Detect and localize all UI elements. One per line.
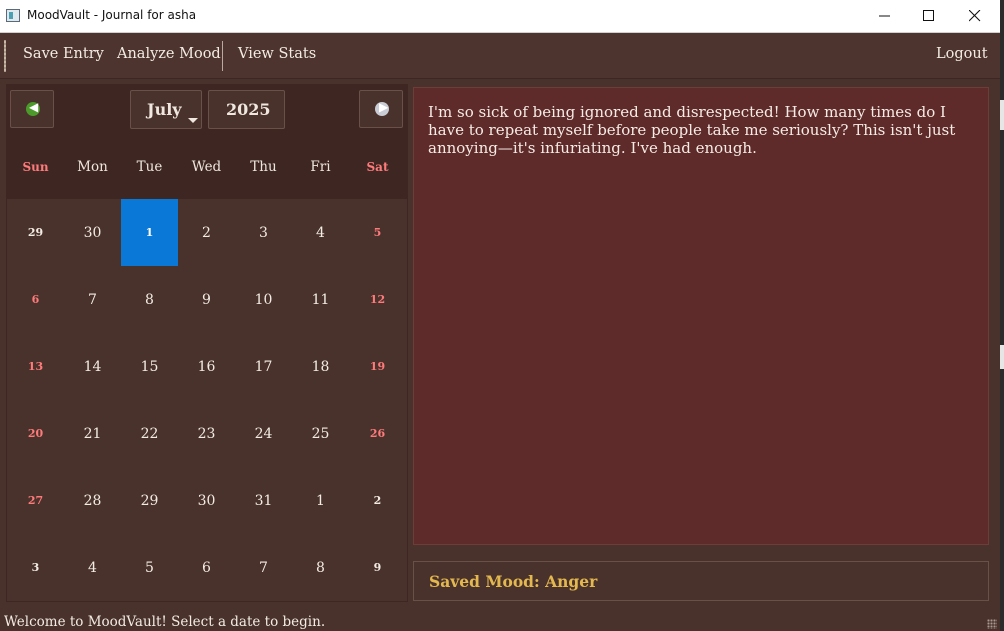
- previous-month-button[interactable]: ◀: [10, 90, 54, 128]
- maximize-button[interactable]: [906, 0, 952, 32]
- calendar-day[interactable]: 8: [121, 266, 178, 333]
- mood-panel: Saved Mood: Anger: [413, 561, 989, 601]
- calendar-day[interactable]: 30: [64, 199, 121, 266]
- calendar-day[interactable]: 24: [235, 400, 292, 467]
- background-window-edge: [1000, 0, 1004, 631]
- year-selector[interactable]: 2025: [208, 90, 285, 129]
- saved-mood-label: Saved Mood: Anger: [429, 572, 598, 591]
- calendar-day[interactable]: 26: [349, 400, 406, 467]
- calendar-day[interactable]: 1: [121, 199, 178, 266]
- calendar-day[interactable]: 23: [178, 400, 235, 467]
- minimize-icon: [879, 15, 890, 17]
- weekday-label: Wed: [191, 159, 222, 175]
- calendar-day[interactable]: 28: [64, 467, 121, 534]
- weekday-label: Thu: [250, 159, 277, 175]
- calendar-day[interactable]: 2: [349, 467, 406, 534]
- minimize-button[interactable]: [862, 0, 908, 32]
- calendar-day[interactable]: 15: [121, 333, 178, 400]
- calendar-day[interactable]: 11: [292, 266, 349, 333]
- calendar-day[interactable]: 5: [121, 534, 178, 601]
- weekday-label: Fri: [310, 159, 331, 175]
- weekday-label: Mon: [77, 159, 108, 175]
- journal-text: I'm so sick of being ignored and disresp…: [428, 103, 956, 157]
- calendar-day[interactable]: 10: [235, 266, 292, 333]
- calendar-day[interactable]: 17: [235, 333, 292, 400]
- weekday-label: Sat: [366, 160, 389, 174]
- calendar-day[interactable]: 5: [349, 199, 406, 266]
- calendar-day[interactable]: 2: [178, 199, 235, 266]
- month-selector[interactable]: July: [130, 90, 202, 129]
- calendar-day[interactable]: 31: [235, 467, 292, 534]
- status-message: Welcome to MoodVault! Select a date to b…: [4, 614, 326, 630]
- calendar-day[interactable]: 16: [178, 333, 235, 400]
- status-bar: Welcome to MoodVault! Select a date to b…: [0, 610, 1000, 631]
- next-month-button[interactable]: ▶: [359, 90, 403, 128]
- year-label: 2025: [226, 100, 271, 119]
- toolbar-grip[interactable]: [4, 40, 6, 72]
- calendar-day[interactable]: 14: [64, 333, 121, 400]
- close-icon: [969, 10, 981, 22]
- calendar-day[interactable]: 30: [178, 467, 235, 534]
- resize-grip[interactable]: [987, 619, 997, 629]
- view-stats-button[interactable]: View Stats: [238, 46, 316, 62]
- calendar-navigation: ◀ July 2025 ▶: [6, 84, 408, 136]
- weekday-header: Sun Mon Tue Wed Thu Fri Sat: [7, 139, 407, 194]
- calendar-day[interactable]: 27: [7, 467, 64, 534]
- maximize-icon: [923, 10, 934, 21]
- calendar-day[interactable]: 7: [235, 534, 292, 601]
- calendar-day[interactable]: 3: [7, 534, 64, 601]
- calendar-day[interactable]: 13: [7, 333, 64, 400]
- calendar-day[interactable]: 25: [292, 400, 349, 467]
- toolbar: Save Entry Analyze Mood View Stats Logou…: [0, 33, 1000, 79]
- chevron-down-icon: [188, 118, 198, 123]
- calendar-day[interactable]: 18: [292, 333, 349, 400]
- calendar-day[interactable]: 4: [64, 534, 121, 601]
- calendar: ◀ July 2025 ▶ Sun Mon Tue Wed Thu Fri Sa…: [6, 84, 408, 602]
- day-grid: 29 30 1 2 3 4 5 6 7 8 9 10 11 12 13 14 15 16 17 18 19 20 21 22 2…: [7, 199, 407, 601]
- weekday-label: Tue: [136, 159, 163, 175]
- calendar-day[interactable]: 12: [349, 266, 406, 333]
- calendar-day[interactable]: 9: [178, 266, 235, 333]
- calendar-day[interactable]: 20: [7, 400, 64, 467]
- window-title: MoodVault - Journal for asha: [27, 8, 197, 22]
- app-window-icon: [6, 9, 20, 22]
- calendar-day[interactable]: 22: [121, 400, 178, 467]
- calendar-day[interactable]: 3: [235, 199, 292, 266]
- calendar-day[interactable]: 9: [349, 534, 406, 601]
- calendar-day[interactable]: 29: [121, 467, 178, 534]
- calendar-day[interactable]: 4: [292, 199, 349, 266]
- calendar-day[interactable]: 7: [64, 266, 121, 333]
- month-label: July: [147, 100, 182, 119]
- close-button[interactable]: [952, 0, 998, 32]
- save-entry-button[interactable]: Save Entry: [23, 46, 104, 62]
- title-bar: MoodVault - Journal for asha: [0, 0, 1000, 33]
- calendar-day[interactable]: 1: [292, 467, 349, 534]
- calendar-day[interactable]: 21: [64, 400, 121, 467]
- calendar-day[interactable]: 19: [349, 333, 406, 400]
- analyze-mood-button[interactable]: Analyze Mood: [117, 46, 221, 62]
- toolbar-separator: [222, 41, 223, 71]
- logout-button[interactable]: Logout: [936, 46, 988, 62]
- calendar-day[interactable]: 6: [7, 266, 64, 333]
- journal-entry-editor[interactable]: I'm so sick of being ignored and disresp…: [413, 87, 989, 545]
- weekday-label: Sun: [22, 160, 49, 174]
- calendar-day[interactable]: 8: [292, 534, 349, 601]
- calendar-day[interactable]: 6: [178, 534, 235, 601]
- calendar-day[interactable]: 29: [7, 199, 64, 266]
